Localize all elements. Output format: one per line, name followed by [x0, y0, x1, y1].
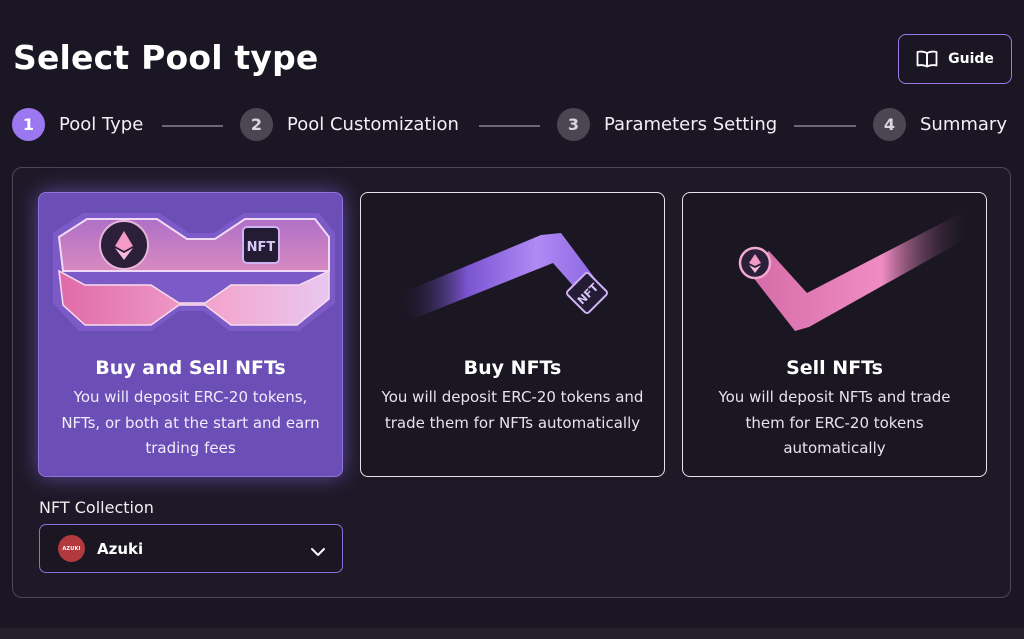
- nft-collection-select[interactable]: AZUKI Azuki: [39, 524, 343, 573]
- step-pool-type[interactable]: 1 Pool Type: [12, 108, 143, 141]
- step-number: 1: [12, 108, 45, 141]
- card-description: You will deposit ERC-20 tokens, NFTs, or…: [61, 388, 320, 457]
- pool-card-buy[interactable]: NFT Buy NFTs You will deposit ERC-20 tok…: [360, 192, 665, 477]
- card-title: Sell NFTs: [786, 357, 883, 379]
- step-number: 4: [873, 108, 906, 141]
- step-parameters-setting[interactable]: 3 Parameters Setting: [557, 108, 777, 141]
- pool-type-panel: NFT Buy and Sell NFTs You will deposit E…: [12, 167, 1011, 598]
- step-connector: [162, 125, 223, 127]
- stepper: 1 Pool Type 2 Pool Customization 3 Param…: [12, 108, 1012, 144]
- pool-card-sell[interactable]: Sell NFTs You will deposit NFTs and trad…: [682, 192, 987, 477]
- step-summary[interactable]: 4 Summary: [873, 108, 1007, 141]
- step-label: Pool Customization: [287, 114, 459, 135]
- nft-collection-value: Azuki: [97, 539, 144, 558]
- chevron-down-icon: [310, 542, 326, 561]
- step-number: 3: [557, 108, 590, 141]
- card-title: Buy and Sell NFTs: [95, 357, 286, 379]
- step-connector: [794, 125, 856, 127]
- step-pool-customization[interactable]: 2 Pool Customization: [240, 108, 459, 141]
- sell-illustration: [683, 193, 986, 353]
- buy-illustration: NFT: [361, 193, 664, 353]
- step-label: Pool Type: [59, 114, 144, 135]
- step-connector: [479, 125, 540, 127]
- page-title: Select Pool type: [13, 38, 319, 77]
- card-description: You will deposit ERC-20 tokens and trade…: [381, 388, 644, 432]
- step-label: Parameters Setting: [604, 114, 778, 135]
- azuki-logo-icon: AZUKI: [58, 535, 85, 562]
- guide-label: Guide: [948, 51, 994, 67]
- card-title: Buy NFTs: [463, 357, 562, 379]
- nft-badge-text: NFT: [247, 240, 276, 255]
- nft-collection-label: NFT Collection: [39, 498, 154, 517]
- pool-card-buy-and-sell[interactable]: NFT Buy and Sell NFTs You will deposit E…: [38, 192, 343, 477]
- bottom-bar: [0, 628, 1024, 639]
- book-icon: [916, 50, 938, 68]
- step-number: 2: [240, 108, 273, 141]
- buy-and-sell-illustration: NFT: [39, 193, 342, 353]
- step-label: Summary: [920, 114, 1007, 135]
- card-description: You will deposit NFTs and trade them for…: [718, 388, 951, 457]
- guide-button[interactable]: Guide: [898, 34, 1012, 84]
